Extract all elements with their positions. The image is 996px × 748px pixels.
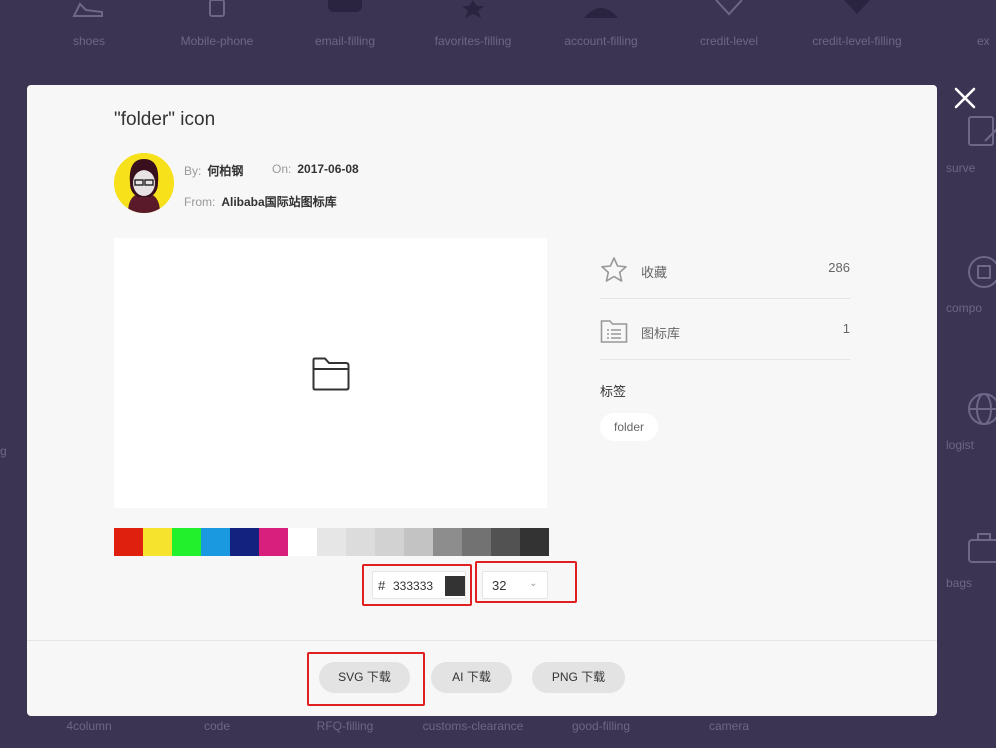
shoe-icon [72, 2, 103, 17]
date-line: On: 2017-06-08 [272, 162, 359, 176]
bg-item-mobile-phone[interactable]: Mobile-phone [153, 0, 281, 48]
color-swatch[interactable] [230, 528, 259, 556]
icon-preview-area [114, 238, 547, 508]
star-icon [462, 0, 484, 18]
avatar[interactable] [114, 153, 174, 213]
icon-detail-modal: "folder" icon By: 何柏钢 On: 2017-06-08 From:… [27, 85, 937, 716]
footer-divider [27, 640, 937, 641]
bg-item-account-filling[interactable]: account-filling [537, 8, 665, 48]
stat-library-label: 图标库 [641, 326, 681, 341]
modal-title: "folder" icon [114, 109, 216, 130]
color-swatch[interactable] [172, 528, 201, 556]
bg-side-item-component[interactable]: compo [946, 255, 996, 315]
color-hex-input[interactable]: # 333333 [372, 571, 466, 599]
bg-item-ex[interactable]: ex [921, 34, 996, 48]
color-swatch[interactable] [201, 528, 230, 556]
stat-favorites[interactable]: 收藏 286 [600, 238, 850, 299]
bg-side-item-bags[interactable]: bags [946, 530, 996, 590]
color-hex-value: 333333 [393, 579, 434, 593]
color-swatch[interactable] [114, 528, 143, 556]
bg-item-camera[interactable]: camera [665, 719, 793, 733]
stat-library-count: 1 [842, 321, 850, 336]
size-select[interactable]: 32 ⌄ [482, 571, 548, 599]
bg-item-shoes[interactable]: shoes [25, 2, 153, 48]
bg-item-code[interactable]: code [153, 719, 281, 733]
color-swatch[interactable] [143, 528, 172, 556]
bg-item-credit-level-filling[interactable]: credit-level-filling [793, 0, 921, 48]
author-line: By: 何柏钢 [184, 164, 244, 178]
account-icon [584, 8, 618, 18]
stat-library[interactable]: 图标库 1 [600, 299, 850, 360]
ai-download-button[interactable]: AI 下载 [431, 662, 512, 693]
bg-left-fragment: g [0, 444, 7, 458]
color-swatch[interactable] [346, 528, 375, 556]
survey-icon [968, 116, 996, 146]
diamond-filled-icon [844, 0, 870, 14]
folder-icon [312, 357, 350, 391]
chevron-down-icon: ⌄ [529, 578, 538, 589]
date-value: 2017-06-08 [297, 162, 359, 176]
color-swatch[interactable] [404, 528, 433, 556]
email-icon [328, 0, 362, 12]
source-library[interactable]: Alibaba国际站图标库 [221, 195, 336, 209]
bg-item-customs-clearance[interactable]: customs-clearance [409, 719, 537, 733]
diamond-icon [715, 0, 743, 16]
png-download-button[interactable]: PNG 下载 [532, 662, 625, 693]
svg-download-button[interactable]: SVG 下载 [319, 662, 410, 693]
bag-icon [968, 533, 996, 563]
color-swatch[interactable] [491, 528, 520, 556]
stat-favorites-count: 286 [828, 260, 850, 275]
bg-item-favorites-filling[interactable]: favorites-filling [409, 0, 537, 48]
hash-symbol: # [378, 578, 386, 593]
size-value: 32 [492, 578, 507, 593]
tags-heading: 标签 [600, 384, 627, 399]
bg-side-item-logistics[interactable]: logist [946, 392, 996, 452]
mobile-phone-icon [209, 0, 225, 17]
color-swatch[interactable] [375, 528, 404, 556]
color-swatch[interactable] [520, 528, 549, 556]
bg-item-email-filling[interactable]: email-filling [281, 0, 409, 48]
close-icon[interactable] [951, 84, 979, 112]
color-swatch[interactable] [433, 528, 462, 556]
background-icon-row-top: shoes Mobile-phone email-filling favorit… [0, 0, 996, 60]
bg-item-credit-level[interactable]: credit-level [665, 0, 793, 48]
color-swatch-bar [114, 528, 549, 556]
author-name[interactable]: 何柏钢 [207, 164, 243, 178]
color-swatch[interactable] [317, 528, 346, 556]
bg-item-rfq-filling[interactable]: RFQ-filling [281, 719, 409, 733]
bg-side-item-survey[interactable]: surve [946, 115, 996, 175]
star-outline-icon [601, 257, 627, 282]
tag-folder[interactable]: folder [600, 413, 659, 441]
color-swatch[interactable] [288, 528, 317, 556]
globe-icon [968, 393, 996, 425]
bg-item-good-filling[interactable]: good-filling [537, 719, 665, 733]
bg-item-4column[interactable]: 4column [25, 719, 153, 733]
avatar-illustration [114, 153, 174, 213]
color-swatch[interactable] [259, 528, 288, 556]
component-icon [968, 256, 996, 288]
stat-favorites-label: 收藏 [641, 265, 668, 280]
library-icon [600, 320, 628, 343]
source-line: From: Alibaba国际站图标库 [184, 195, 337, 209]
color-swatch[interactable] [462, 528, 491, 556]
color-preview-chip[interactable] [445, 576, 465, 596]
